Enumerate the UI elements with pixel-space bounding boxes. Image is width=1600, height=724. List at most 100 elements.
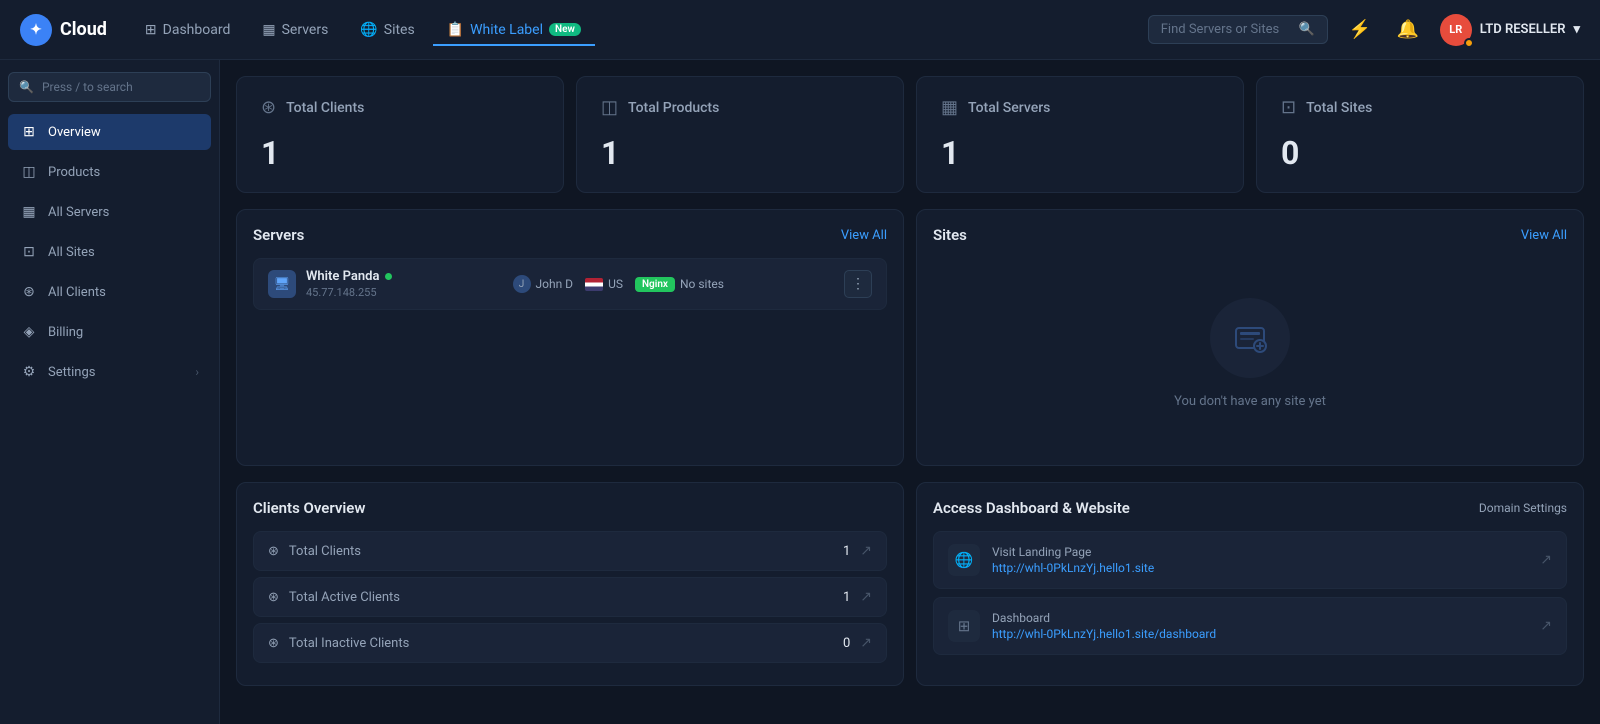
server-avatar: 🖥 — [268, 270, 296, 298]
clients-stat-value: 1 — [261, 134, 539, 172]
user-icon: J — [513, 275, 531, 293]
overview-icon: ⊞ — [20, 123, 38, 141]
bottom-row: Clients Overview ⊛ Total Clients 1 ↗ — [236, 482, 1584, 686]
external-link-icon[interactable]: ↗ — [1540, 618, 1552, 634]
sites-stat-label: Total Sites — [1306, 100, 1372, 116]
server-user: J John D — [513, 275, 574, 293]
stat-card-products: ◫ Total Products 1 — [576, 76, 904, 193]
search-icon: 🔍 — [1299, 22, 1315, 37]
sites-stat-icon: ⊡ — [1281, 97, 1296, 118]
servers-view-all[interactable]: View All — [841, 228, 887, 243]
stat-card-clients: ⊛ Total Clients 1 — [236, 76, 564, 193]
active-clients-value: 1 — [843, 590, 850, 605]
clients-overview-panel: Clients Overview ⊛ Total Clients 1 ↗ — [236, 482, 904, 686]
new-badge: New — [549, 23, 581, 36]
topnav: ✦ Cloud ⊞ Dashboard ▦ Servers 🌐 Sites 📋 … — [0, 0, 1600, 60]
sidebar-item-label: Products — [48, 165, 100, 180]
sidebar-item-label: All Clients — [48, 285, 106, 300]
server-meta: J John D US Nginx No sites — [513, 275, 724, 293]
clients-stat-icon: ⊛ — [261, 97, 276, 118]
sites-view-all[interactable]: View All — [1521, 228, 1567, 243]
allclients-icon: ⊛ — [20, 283, 38, 301]
empty-icon — [1210, 298, 1290, 378]
external-link-icon[interactable]: ↗ — [860, 589, 872, 605]
main-layout: 🔍 Press / to search ⊞ Overview ◫ Product… — [0, 60, 1600, 724]
dashboard-access-label: Dashboard — [992, 611, 1216, 625]
activity-icon[interactable]: ⚡ — [1344, 14, 1376, 46]
table-row: ⊛ Total Clients 1 ↗ — [253, 531, 887, 571]
landing-url[interactable]: http://whl-0PkLnzYj.hello1.site — [992, 561, 1154, 575]
allservers-icon: ▦ — [20, 203, 38, 221]
sidebar-search-placeholder: Press / to search — [42, 80, 133, 94]
clients-overview-title: Clients Overview — [253, 499, 365, 517]
search-label: Find Servers or Sites — [1161, 22, 1279, 37]
sidebar-item-overview[interactable]: ⊞ Overview — [8, 114, 211, 150]
total-clients-icon: ⊛ — [268, 544, 279, 559]
sidebar-item-billing[interactable]: ◈ Billing — [8, 314, 211, 350]
dashboard-access-icon: ⊞ — [948, 610, 980, 642]
brand-name: Cloud — [60, 19, 107, 40]
billing-icon: ◈ — [20, 323, 38, 341]
landing-label: Visit Landing Page — [992, 545, 1154, 559]
server-name: White Panda — [306, 269, 392, 284]
inactive-clients-icon: ⊛ — [268, 636, 279, 651]
user-menu[interactable]: LR LTD RESELLER ▾ — [1440, 14, 1580, 46]
flag-icon — [585, 278, 603, 291]
notification-icon[interactable]: 🔔 — [1392, 14, 1424, 46]
nav-right: Find Servers or Sites 🔍 ⚡ 🔔 LR LTD RESEL… — [1148, 14, 1580, 46]
sidebar-item-label: Settings — [48, 365, 95, 380]
servers-stat-icon: ▦ — [941, 97, 958, 118]
external-link-icon[interactable]: ↗ — [1540, 552, 1552, 568]
nginx-badge: Nginx — [635, 277, 675, 292]
sidebar-item-label: All Sites — [48, 245, 95, 260]
empty-text: You don't have any site yet — [1174, 394, 1326, 409]
dashboard-access-url[interactable]: http://whl-0PkLnzYj.hello1.site/dashboar… — [992, 627, 1216, 641]
external-link-icon[interactable]: ↗ — [860, 543, 872, 559]
total-clients-label: Total Clients — [289, 544, 361, 559]
clients-stat-label: Total Clients — [286, 100, 364, 116]
user-label: LTD RESELLER — [1480, 22, 1566, 37]
sidebar-item-products[interactable]: ◫ Products — [8, 154, 211, 190]
sidebar-item-allservers[interactable]: ▦ All Servers — [8, 194, 211, 230]
logo-icon: ✦ — [20, 14, 52, 46]
sites-icon: 🌐 — [360, 22, 377, 38]
sidebar-search-icon: 🔍 — [19, 80, 34, 94]
sites-empty-state: You don't have any site yet — [933, 258, 1567, 449]
sidebar-item-label: Overview — [48, 125, 101, 140]
sidebar-item-label: All Servers — [48, 205, 109, 220]
brand-logo[interactable]: ✦ Cloud — [20, 14, 107, 46]
main-content: ⊛ Total Clients 1 ◫ Total Products 1 ▦ T… — [220, 60, 1600, 724]
nav-item-sites[interactable]: 🌐 Sites — [346, 14, 428, 46]
table-row: ⊛ Total Active Clients 1 ↗ — [253, 577, 887, 617]
server-menu-button[interactable]: ⋮ — [844, 270, 872, 298]
global-search[interactable]: Find Servers or Sites 🔍 — [1148, 15, 1328, 44]
sidebar-item-label: Billing — [48, 325, 83, 340]
domain-settings-link[interactable]: Domain Settings — [1479, 501, 1567, 515]
clients-table: ⊛ Total Clients 1 ↗ ⊛ Total Active Clien… — [253, 531, 887, 663]
access-panel: Access Dashboard & Website Domain Settin… — [916, 482, 1584, 686]
nav-item-dashboard[interactable]: ⊞ Dashboard — [131, 14, 244, 46]
sidebar-item-settings[interactable]: ⚙ Settings › — [8, 354, 211, 390]
servers-stat-value: 1 — [941, 134, 1219, 172]
whitelabel-icon: 📋 — [447, 22, 464, 38]
sidebar-search[interactable]: 🔍 Press / to search — [8, 72, 211, 102]
servers-panel-title: Servers — [253, 226, 304, 244]
server-row: 🖥 White Panda 45.77.148.255 J Joh — [253, 258, 887, 310]
nav-item-whitelabel[interactable]: 📋 White Label New — [433, 14, 595, 46]
chevron-down-icon: ▾ — [1573, 22, 1580, 37]
servers-icon: ▦ — [262, 22, 275, 38]
active-clients-label: Total Active Clients — [289, 590, 400, 605]
sidebar-item-allsites[interactable]: ⊡ All Sites — [8, 234, 211, 270]
sites-panel: Sites View All You don't have any site — [916, 209, 1584, 466]
sidebar-item-allclients[interactable]: ⊛ All Clients — [8, 274, 211, 310]
nav-item-servers[interactable]: ▦ Servers — [248, 14, 342, 46]
external-link-icon[interactable]: ↗ — [860, 635, 872, 651]
access-row-dashboard: ⊞ Dashboard http://whl-0PkLnzYj.hello1.s… — [933, 597, 1567, 655]
products-stat-value: 1 — [601, 134, 879, 172]
sites-stat-value: 0 — [1281, 134, 1559, 172]
inactive-clients-value: 0 — [843, 636, 850, 651]
server-engine: Nginx No sites — [635, 277, 724, 292]
servers-panel: Servers View All 🖥 White Panda 45.77.148… — [236, 209, 904, 466]
active-clients-icon: ⊛ — [268, 590, 279, 605]
stat-card-servers: ▦ Total Servers 1 — [916, 76, 1244, 193]
